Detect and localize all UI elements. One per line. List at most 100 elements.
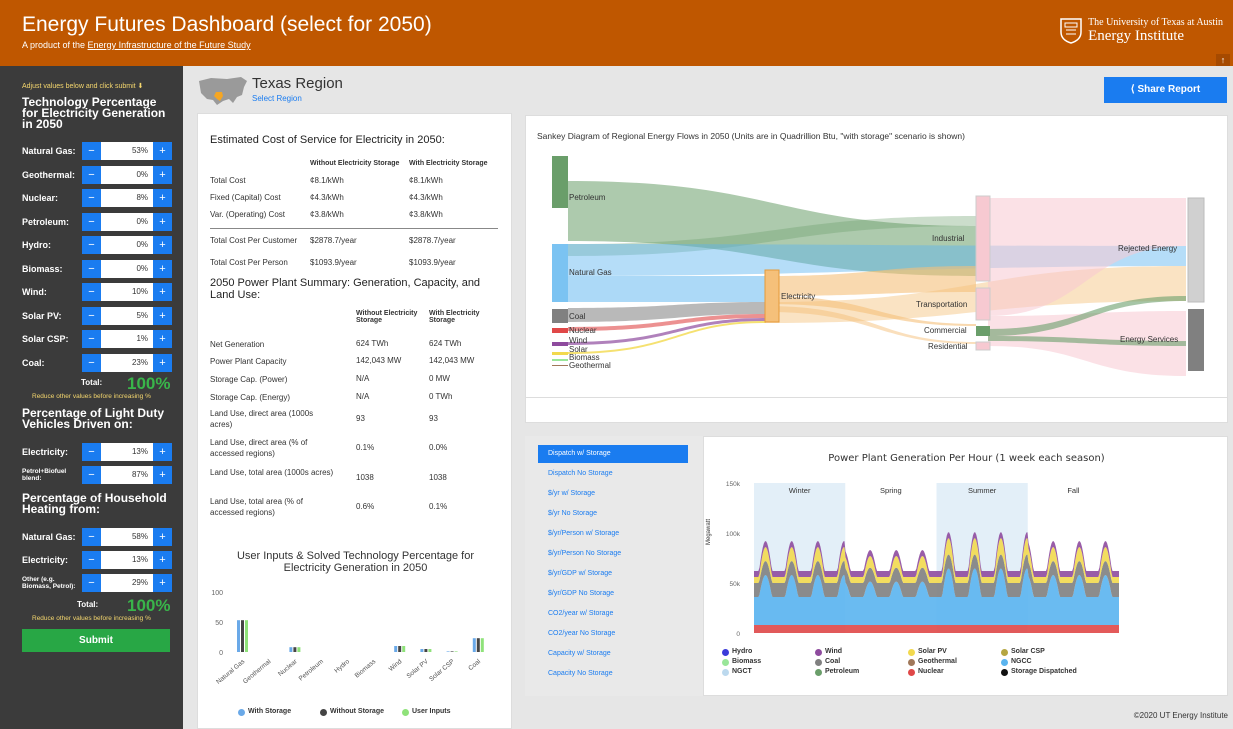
scroll-top-icon[interactable]: ↑ <box>1216 54 1230 66</box>
increment-button[interactable]: + <box>153 574 172 592</box>
bar[interactable] <box>420 649 424 652</box>
legend-item[interactable]: Coal <box>815 658 840 666</box>
ldv-value-input[interactable]: 13% <box>101 443 153 461</box>
heat-value-input[interactable]: 58% <box>101 528 153 546</box>
tech-label: Solar CSP: <box>22 334 69 344</box>
ut-logo[interactable]: The University of Texas at Austin Energy… <box>1060 17 1223 45</box>
increment-button[interactable]: + <box>153 165 172 184</box>
tech-value-input[interactable]: 0% <box>101 236 153 254</box>
legend-item[interactable]: Nuclear <box>908 668 944 676</box>
decrement-button[interactable]: − <box>82 466 101 484</box>
legend-item[interactable]: Petroleum <box>815 668 859 676</box>
tab-dispatch-no-storage[interactable]: Dispatch No Storage <box>538 465 688 483</box>
decrement-button[interactable]: − <box>82 212 101 231</box>
tab--yr-gdp-no-storage[interactable]: $/yr/GDP No Storage <box>538 585 688 603</box>
decrement-button[interactable]: − <box>82 353 101 372</box>
legend-item[interactable]: Biomass <box>722 658 761 666</box>
increment-button[interactable]: + <box>153 259 172 278</box>
bar[interactable] <box>402 646 406 652</box>
legend-item[interactable]: Hydro <box>722 648 753 656</box>
legend-item[interactable]: Solar CSP <box>1001 648 1045 656</box>
bar[interactable] <box>297 647 301 652</box>
tech-value-input[interactable]: 10% <box>101 283 153 301</box>
decrement-button[interactable]: − <box>82 551 101 569</box>
increment-button[interactable]: + <box>153 551 172 569</box>
tab-capacity-w-storage[interactable]: Capacity w/ Storage <box>538 645 688 663</box>
study-link[interactable]: Energy Infrastructure of the Future Stud… <box>88 40 251 50</box>
tab-dispatch-w-storage[interactable]: Dispatch w/ Storage <box>538 445 688 463</box>
tech-value-input[interactable]: 0% <box>101 259 153 278</box>
increment-button[interactable]: + <box>153 236 172 254</box>
tab-co2-year-w-storage[interactable]: CO2/year w/ Storage <box>538 605 688 623</box>
increment-button[interactable]: + <box>153 330 172 348</box>
tech-value-input[interactable]: 0% <box>101 165 153 184</box>
tab-co2-year-no-storage[interactable]: CO2/year No Storage <box>538 625 688 643</box>
increment-button[interactable]: + <box>153 189 172 207</box>
ldv-value-input[interactable]: 87% <box>101 466 153 484</box>
bar[interactable] <box>480 638 484 652</box>
decrement-button[interactable]: − <box>82 528 101 546</box>
tab--yr-w-storage[interactable]: $/yr w/ Storage <box>538 485 688 503</box>
bar[interactable] <box>398 646 402 652</box>
legend-item[interactable]: User Inputs <box>402 708 451 716</box>
bar[interactable] <box>394 646 398 652</box>
tab--yr-person-w-storage[interactable]: $/yr/Person w/ Storage <box>538 525 688 543</box>
tab-capacity-no-storage[interactable]: Capacity No Storage <box>538 665 688 683</box>
legend-item[interactable]: NGCT <box>722 668 752 676</box>
decrement-button[interactable]: − <box>82 142 101 160</box>
legend-item[interactable]: With Storage <box>238 708 291 716</box>
legend-item[interactable]: Geothermal <box>908 658 957 666</box>
bar[interactable] <box>245 620 248 652</box>
bar[interactable] <box>450 651 454 652</box>
bar[interactable] <box>428 649 432 652</box>
legend-item[interactable]: Without Storage <box>320 708 384 716</box>
tech-value-input[interactable]: 0% <box>101 212 153 231</box>
decrement-button[interactable]: − <box>82 189 101 207</box>
tech-value-input[interactable]: 53% <box>101 142 153 160</box>
decrement-button[interactable]: − <box>82 259 101 278</box>
submit-button[interactable]: Submit <box>22 629 170 652</box>
bar[interactable] <box>446 651 450 652</box>
legend-item[interactable]: Storage Dispatched <box>1001 668 1077 676</box>
select-region-link[interactable]: Select Region <box>252 94 302 103</box>
tab--yr-no-storage[interactable]: $/yr No Storage <box>538 505 688 523</box>
bar[interactable] <box>289 647 293 652</box>
decrement-button[interactable]: − <box>82 574 101 592</box>
tech-value-input[interactable]: 1% <box>101 330 153 348</box>
bar[interactable] <box>237 620 240 652</box>
legend-item[interactable]: NGCC <box>1001 658 1032 666</box>
share-report-button[interactable]: ⟨ Share Report <box>1104 77 1227 103</box>
increment-button[interactable]: + <box>153 466 172 484</box>
bar[interactable] <box>472 638 476 652</box>
bar[interactable] <box>476 638 480 652</box>
tab--yr-gdp-w-storage[interactable]: $/yr/GDP w/ Storage <box>538 565 688 583</box>
tech-value-input[interactable]: 23% <box>101 353 153 372</box>
legend-label: Hydro <box>732 648 753 655</box>
increment-button[interactable]: + <box>153 212 172 231</box>
bar[interactable] <box>293 647 297 652</box>
decrement-button[interactable]: − <box>82 330 101 348</box>
bar[interactable] <box>454 651 458 652</box>
plant-a: 93 <box>356 414 365 423</box>
bar[interactable] <box>424 649 428 652</box>
tab--yr-person-no-storage[interactable]: $/yr/Person No Storage <box>538 545 688 563</box>
heat-value-input[interactable]: 29% <box>101 574 153 592</box>
increment-button[interactable]: + <box>153 443 172 461</box>
increment-button[interactable]: + <box>153 353 172 372</box>
decrement-button[interactable]: − <box>82 443 101 461</box>
decrement-button[interactable]: − <box>82 306 101 325</box>
heat-value-input[interactable]: 13% <box>101 551 153 569</box>
legend-item[interactable]: Wind <box>815 648 842 656</box>
tech-value-input[interactable]: 5% <box>101 306 153 325</box>
decrement-button[interactable]: − <box>82 165 101 184</box>
heat-total-value: 100% <box>127 596 171 615</box>
increment-button[interactable]: + <box>153 142 172 160</box>
bar[interactable] <box>241 620 244 652</box>
increment-button[interactable]: + <box>153 306 172 325</box>
decrement-button[interactable]: − <box>82 236 101 254</box>
legend-item[interactable]: Solar PV <box>908 648 947 656</box>
tech-value-input[interactable]: 8% <box>101 189 153 207</box>
increment-button[interactable]: + <box>153 283 172 301</box>
increment-button[interactable]: + <box>153 528 172 546</box>
decrement-button[interactable]: − <box>82 283 101 301</box>
